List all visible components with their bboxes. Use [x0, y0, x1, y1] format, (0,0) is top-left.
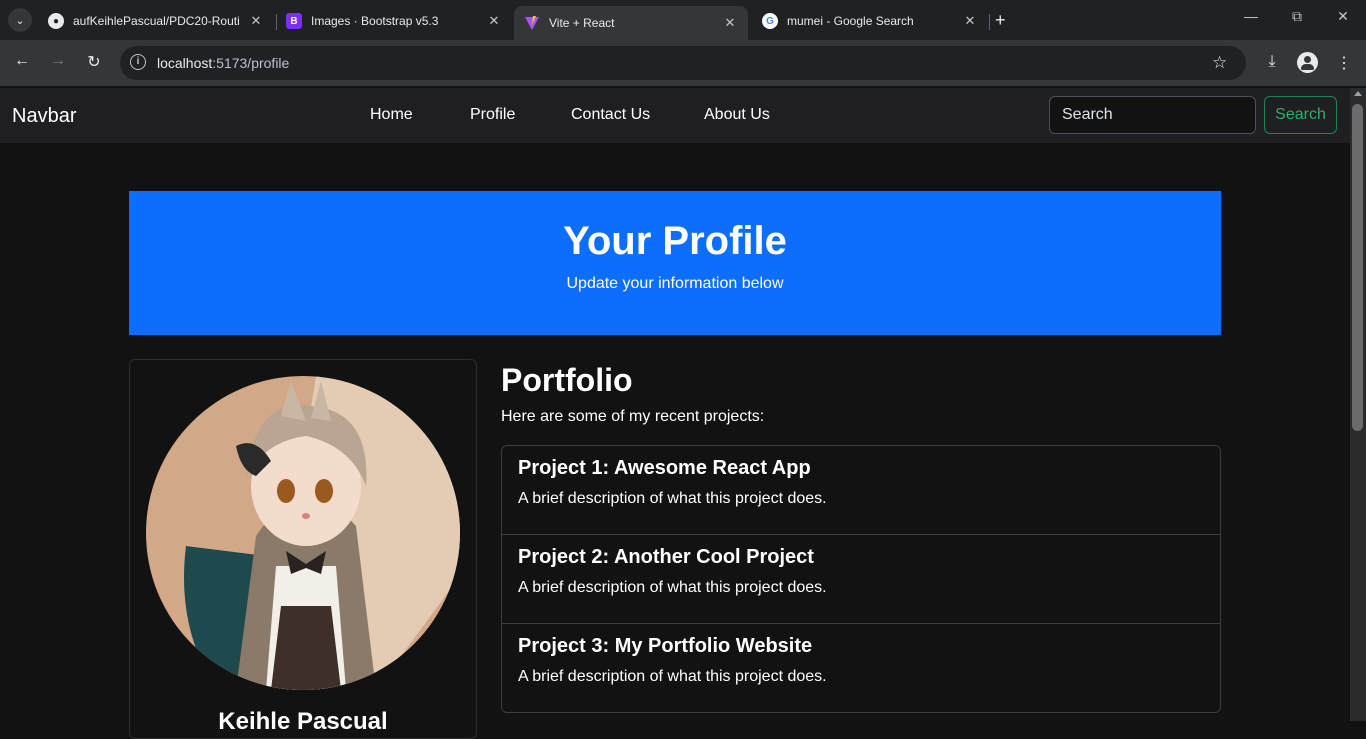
- search-button[interactable]: Search: [1264, 96, 1337, 134]
- profile-name: Keihle Pascual: [218, 708, 388, 735]
- portfolio-title: Portfolio: [501, 362, 633, 398]
- tab-title: aufKeihlePascual/PDC20-Routin: [73, 14, 240, 28]
- project-title: Project 3: My Portfolio Website: [518, 635, 813, 657]
- download-icon[interactable]: ⤓: [1261, 53, 1283, 71]
- tab-title: Vite + React: [549, 16, 615, 30]
- browser-tab-vite[interactable]: Vite + React ✕: [514, 6, 748, 40]
- restore-icon[interactable]: ⧉: [1282, 8, 1312, 25]
- scrollbar-thumb[interactable]: [1352, 104, 1363, 431]
- tab-search-chevron-icon[interactable]: ⌄: [8, 8, 32, 32]
- nav-link-profile[interactable]: Profile: [470, 106, 515, 124]
- forward-icon[interactable]: →: [46, 52, 70, 74]
- scroll-up-arrow-icon[interactable]: [1354, 91, 1362, 96]
- back-icon[interactable]: ←: [10, 52, 34, 74]
- close-icon[interactable]: ✕: [962, 13, 978, 29]
- reload-icon[interactable]: ↻: [82, 52, 106, 74]
- list-item: Project 3: My Portfolio Website A brief …: [502, 624, 1220, 712]
- close-icon[interactable]: ✕: [722, 15, 738, 31]
- project-description: A brief description of what this project…: [518, 490, 827, 507]
- project-title: Project 2: Another Cool Project: [518, 546, 814, 568]
- url-path: :5173/profile: [212, 55, 290, 71]
- github-icon: ●: [48, 13, 64, 29]
- search-input[interactable]: [1049, 96, 1256, 134]
- hero-subtitle: Update your information below: [566, 275, 784, 292]
- list-item: Project 2: Another Cool Project A brief …: [502, 535, 1220, 624]
- browser-tab-bootstrap[interactable]: B Images · Bootstrap v5.3 ✕: [276, 6, 512, 36]
- bookmark-star-icon[interactable]: ☆: [1212, 53, 1227, 73]
- address-url[interactable]: localhost:5173/profile: [157, 55, 289, 71]
- project-description: A brief description of what this project…: [518, 579, 827, 596]
- nav-link-about[interactable]: About Us: [704, 106, 770, 124]
- project-description: A brief description of what this project…: [518, 668, 827, 685]
- tab-title: Images · Bootstrap v5.3: [311, 14, 439, 28]
- profile-avatar-icon[interactable]: [1297, 52, 1318, 73]
- nav-link-home[interactable]: Home: [370, 106, 413, 124]
- browser-tab-github[interactable]: ● aufKeihlePascual/PDC20-Routin ✕: [38, 6, 274, 36]
- nav-link-contact[interactable]: Contact Us: [571, 106, 650, 124]
- list-item: Project 1: Awesome React App A brief des…: [502, 446, 1220, 535]
- tab-separator: [989, 14, 990, 30]
- new-tab-icon[interactable]: +: [995, 10, 1006, 31]
- profile-picture: [146, 376, 460, 690]
- portfolio-intro: Here are some of my recent projects:: [501, 408, 765, 425]
- browser-tab-google[interactable]: G mumei - Google Search ✕: [752, 6, 988, 36]
- hero-title: Your Profile: [563, 219, 787, 263]
- profile-hero-banner: Your Profile Update your information bel…: [129, 191, 1221, 335]
- close-icon[interactable]: ✕: [248, 13, 264, 29]
- navbar-brand[interactable]: Navbar: [12, 105, 76, 128]
- project-list: Project 1: Awesome React App A brief des…: [501, 445, 1221, 713]
- vite-icon: [524, 15, 540, 31]
- window-close-icon[interactable]: ✕: [1328, 8, 1358, 25]
- menu-kebab-icon[interactable]: ⋮: [1333, 53, 1355, 73]
- url-host: localhost: [157, 55, 213, 71]
- google-icon: G: [762, 13, 778, 29]
- minimize-icon[interactable]: —: [1236, 8, 1266, 24]
- bootstrap-icon: B: [286, 13, 302, 29]
- project-title: Project 1: Awesome React App: [518, 457, 811, 479]
- close-icon[interactable]: ✕: [486, 13, 502, 29]
- site-info-icon[interactable]: i: [130, 54, 146, 70]
- tab-title: mumei - Google Search: [787, 14, 914, 28]
